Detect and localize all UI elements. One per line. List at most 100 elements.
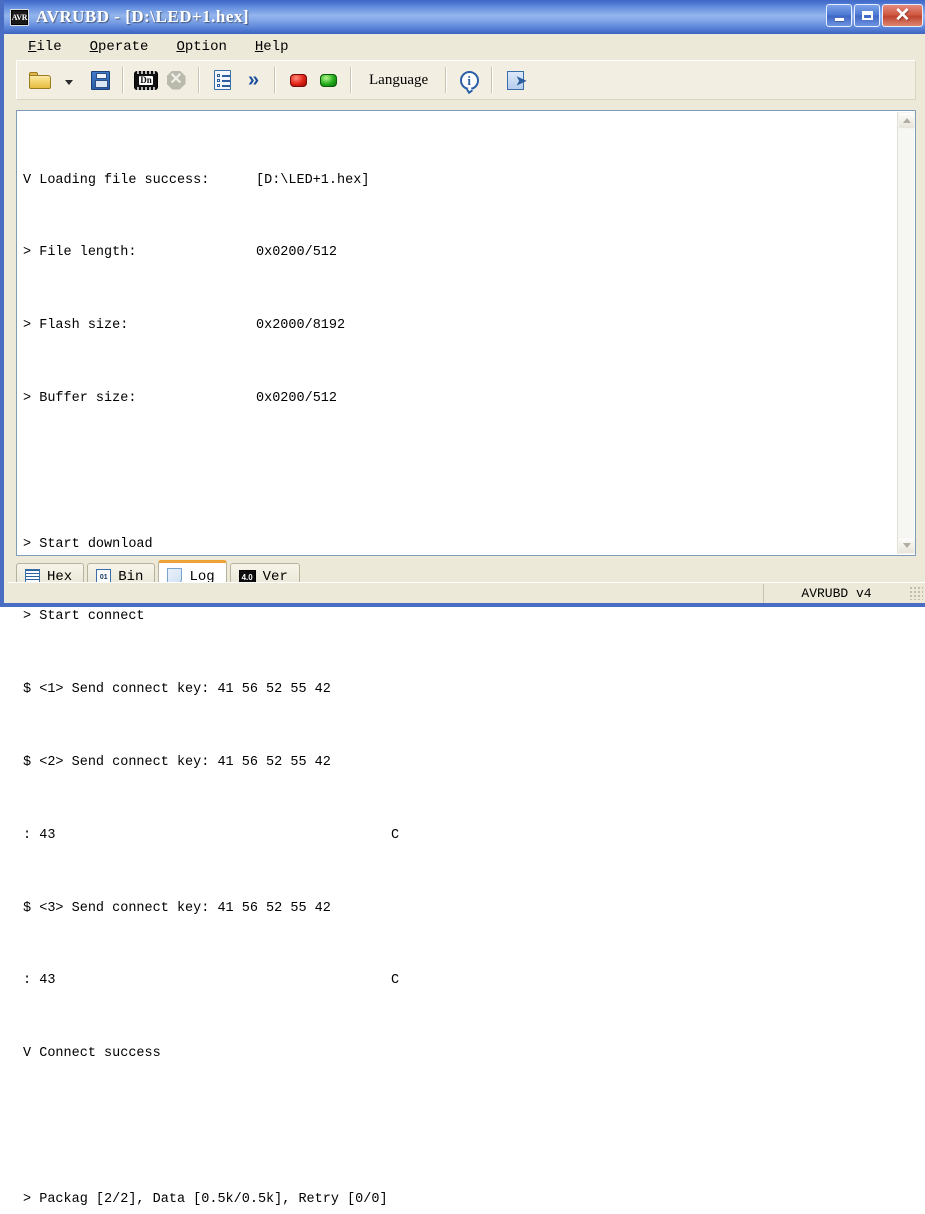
- log-blank-line: [23, 1118, 893, 1136]
- about-button[interactable]: i: [454, 64, 484, 96]
- log-line: $ <1> Send connect key: 41 56 52 55 42: [23, 681, 893, 699]
- log-message: 43: [39, 827, 56, 843]
- stop-x-icon: ✕: [166, 70, 186, 90]
- menu-option[interactable]: Option: [174, 38, 228, 56]
- log-marker: >: [23, 318, 32, 334]
- log-marker: >: [23, 609, 32, 625]
- log-message: Flash size:: [39, 318, 129, 334]
- toolbar-separator: [491, 67, 494, 93]
- log-line: > Flash size: 0x2000/8192: [23, 317, 893, 335]
- maximize-icon: [861, 11, 873, 20]
- menu-option-label: ption: [184, 38, 227, 55]
- window-controls: ✕: [826, 4, 923, 27]
- log-blank-line: [23, 463, 893, 481]
- toolbar-separator: [445, 67, 448, 93]
- log-line: $ <3> Send connect key: 41 56 52 55 42: [23, 900, 893, 918]
- menu-help[interactable]: Help: [253, 38, 291, 56]
- log-message: Packag [2/2], Data [0.5k/0.5k], Retry [0…: [39, 1191, 388, 1207]
- log-marker: $: [23, 682, 32, 698]
- toolbar-separator: [122, 67, 124, 93]
- log-marker: :: [23, 973, 32, 989]
- minimize-icon: [834, 17, 844, 21]
- menu-option-mnemonic: O: [176, 38, 185, 55]
- menu-help-label: elp: [263, 38, 289, 55]
- log-message: <3> Send connect key: 41 56 52 55 42: [39, 900, 331, 916]
- log-message: <2> Send connect key: 41 56 52 55 42: [39, 754, 331, 770]
- menu-file-label: ile: [36, 38, 62, 55]
- folder-open-icon: [29, 71, 51, 89]
- window-title: AVRUBD - [D:\LED+1.hex]: [36, 7, 250, 26]
- log-value: 0x2000/8192: [256, 318, 346, 334]
- log-line: V Connect success: [23, 1045, 893, 1063]
- log-response-char: C: [391, 973, 400, 989]
- log-value: [D:\LED+1.hex]: [256, 172, 370, 188]
- log-line: : 43 C: [23, 827, 893, 845]
- scroll-up-button[interactable]: [898, 112, 915, 129]
- log-output-panel[interactable]: V Loading file success: [D:\LED+1.hex] > …: [16, 110, 916, 1207]
- open-file-button[interactable]: [25, 64, 55, 96]
- log-value: 0x0200/512: [256, 245, 338, 261]
- chevron-down-icon: [902, 543, 911, 548]
- language-button[interactable]: Language: [359, 65, 438, 95]
- info-balloon-icon: i: [459, 70, 479, 90]
- log-marker: $: [23, 754, 32, 770]
- status-bar: AVRUBD v4: [8, 582, 925, 603]
- log-message: 43: [39, 973, 56, 989]
- minimize-button[interactable]: [826, 4, 852, 27]
- maximize-button[interactable]: [854, 4, 880, 27]
- led-red-indicator[interactable]: [283, 64, 313, 96]
- close-button[interactable]: ✕: [882, 4, 923, 27]
- application-window: AVR AVRUBD - [D:\LED+1.hex] ✕ File Opera…: [0, 0, 925, 1207]
- chevron-down-icon: [65, 79, 73, 85]
- exit-door-icon: ➤: [506, 70, 527, 90]
- led-green-indicator[interactable]: [313, 64, 343, 96]
- toolbar-separator: [274, 67, 276, 93]
- log-marker: V: [23, 172, 32, 188]
- device-list-button[interactable]: [207, 64, 237, 96]
- close-icon: ✕: [894, 4, 911, 26]
- chip-download-icon: Dn: [135, 70, 157, 90]
- log-marker: >: [23, 245, 32, 261]
- log-marker: >: [23, 1191, 32, 1207]
- client-area: File Operate Option Help Dn ✕ » Language…: [8, 34, 925, 1207]
- log-response-char: C: [391, 827, 400, 843]
- led-green-icon: [319, 73, 337, 87]
- menu-file[interactable]: File: [26, 38, 64, 56]
- download-button[interactable]: Dn: [131, 64, 161, 96]
- log-message: Start connect: [39, 609, 145, 625]
- log-line: $ <2> Send connect key: 41 56 52 55 42: [23, 754, 893, 772]
- clipboard-list-icon: [213, 70, 231, 90]
- log-line: > Packag [2/2], Data [0.5k/0.5k], Retry …: [23, 1191, 893, 1209]
- chevron-up-icon: [902, 118, 911, 123]
- log-marker: :: [23, 827, 32, 843]
- log-message: Loading file success:: [39, 172, 210, 188]
- toolbar: Dn ✕ » Language i ➤: [16, 60, 916, 100]
- log-line: > File length: 0x0200/512: [23, 244, 893, 262]
- save-file-button[interactable]: [85, 64, 115, 96]
- log-marker: V: [23, 1046, 32, 1062]
- menu-operate[interactable]: Operate: [88, 38, 151, 56]
- log-line: > Buffer size: 0x0200/512: [23, 390, 893, 408]
- log-marker: >: [23, 391, 32, 406]
- menu-bar: File Operate Option Help: [8, 34, 925, 59]
- scroll-down-button[interactable]: [898, 537, 915, 554]
- log-message: Buffer size:: [39, 391, 137, 406]
- exit-button[interactable]: ➤: [500, 64, 530, 96]
- stop-button[interactable]: ✕: [161, 64, 191, 96]
- floppy-save-icon: [90, 70, 110, 90]
- status-message: [8, 583, 764, 603]
- led-red-icon: [289, 73, 307, 87]
- menu-operate-label: perate: [98, 38, 149, 55]
- vertical-scrollbar[interactable]: [897, 112, 915, 554]
- resize-grip[interactable]: [909, 586, 923, 600]
- title-bar[interactable]: AVR AVRUBD - [D:\LED+1.hex] ✕: [4, 0, 925, 34]
- open-recent-dropdown[interactable]: [55, 64, 85, 96]
- toolbar-separator: [350, 67, 352, 93]
- log-message: File length:: [39, 245, 137, 261]
- log-marker: >: [23, 536, 32, 552]
- log-line: > Start download: [23, 536, 893, 554]
- log-message: <1> Send connect key: 41 56 52 55 42: [39, 682, 331, 698]
- double-chevron-right-icon: »: [247, 69, 259, 91]
- run-button[interactable]: »: [237, 64, 267, 96]
- log-value: 0x0200/512: [256, 391, 338, 406]
